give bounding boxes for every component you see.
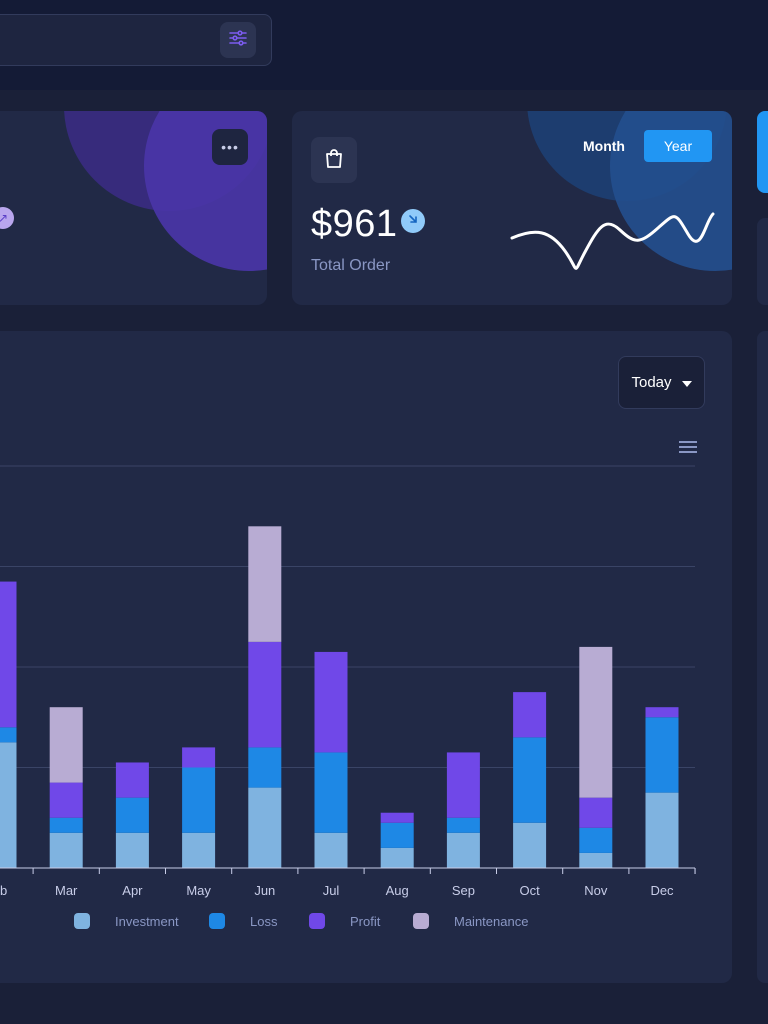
sparkline (510, 212, 715, 270)
legend-label: Maintenance (454, 913, 529, 929)
period-select-label: Today (631, 374, 672, 391)
dots-icon: ••• (221, 139, 239, 155)
period-select[interactable]: Today (618, 356, 705, 409)
legend-item-loss[interactable]: Loss (209, 913, 277, 929)
chart-menu-button[interactable] (679, 440, 697, 459)
card-decoration (144, 111, 267, 271)
arrow-icon: ↗ (0, 211, 9, 225)
legend-label: Loss (250, 913, 278, 929)
more-options-button[interactable]: ••• (212, 129, 248, 165)
legend-swatch (209, 913, 225, 929)
month-toggle[interactable]: Month (583, 137, 625, 155)
total-order-amount: $961 (311, 203, 398, 245)
earning-card: ••• ↗ (0, 111, 267, 305)
filter-icon (229, 29, 247, 52)
legend-swatch (413, 913, 429, 929)
arrow-down-icon (407, 212, 419, 230)
legend-swatch (74, 913, 90, 929)
legend-item-maintenance[interactable]: Maintenance (413, 913, 528, 929)
legend-item-investment[interactable]: Investment (74, 913, 179, 929)
next-card (757, 331, 768, 983)
next-card (757, 218, 768, 305)
legend-label: Investment (115, 913, 179, 929)
trend-badge (401, 209, 425, 233)
menu-icon (679, 441, 697, 458)
legend-label: Profit (350, 913, 381, 929)
shopping-bag-icon (323, 147, 345, 174)
chevron-down-icon (681, 374, 692, 391)
legend-item-profit[interactable]: Profit (309, 913, 380, 929)
trend-badge: ↗ (0, 207, 14, 229)
growth-chart-card (0, 331, 732, 983)
year-toggle[interactable]: Year (644, 130, 712, 162)
total-order-card: $961 Total Order Month Year (292, 111, 732, 305)
total-order-label: Total Order (311, 257, 391, 274)
next-card (757, 111, 768, 193)
top-bar (0, 0, 768, 90)
legend-swatch (309, 913, 325, 929)
filter-button[interactable] (220, 22, 256, 58)
order-icon-box (311, 137, 357, 183)
